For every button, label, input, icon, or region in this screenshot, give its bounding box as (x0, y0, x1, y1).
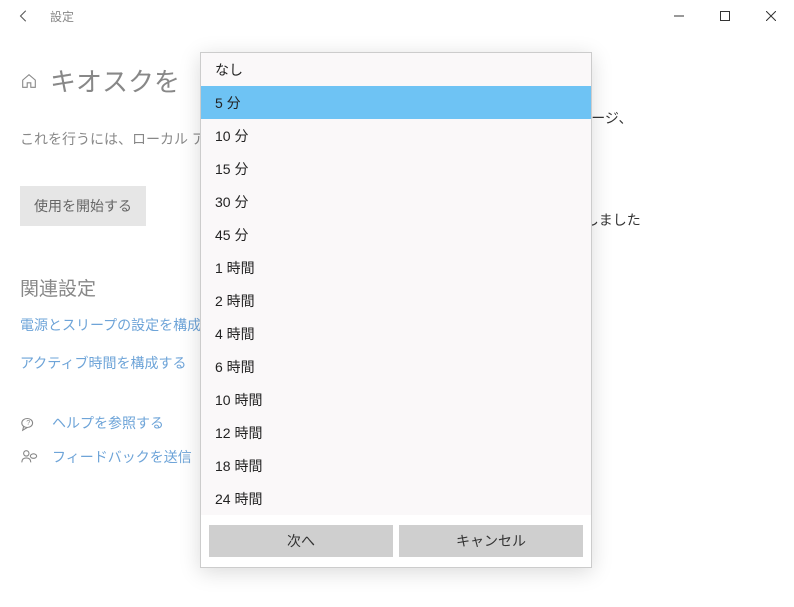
help-icon: ? (20, 414, 38, 432)
time-option[interactable]: 18 時間 (201, 449, 591, 482)
svg-text:?: ? (26, 418, 30, 427)
time-option[interactable]: 2 時間 (201, 284, 591, 317)
back-button[interactable] (8, 0, 40, 32)
time-option[interactable]: 12 時間 (201, 416, 591, 449)
time-option[interactable]: 5 分 (201, 86, 591, 119)
time-option[interactable]: 30 分 (201, 185, 591, 218)
time-option[interactable]: 6 時間 (201, 350, 591, 383)
page-title: キオスクを (50, 62, 180, 99)
time-option[interactable]: なし (201, 53, 591, 86)
time-option[interactable]: 1 時間 (201, 251, 591, 284)
time-option[interactable]: 24 時間 (201, 482, 591, 515)
time-option[interactable]: 4 時間 (201, 317, 591, 350)
cancel-button[interactable]: キャンセル (399, 525, 583, 557)
time-select-dialog: なし5 分10 分15 分30 分45 分1 時間2 時間4 時間6 時間10 … (200, 52, 592, 568)
help-link[interactable]: ヘルプを参照する (52, 413, 164, 433)
time-option[interactable]: 15 分 (201, 152, 591, 185)
time-options-list: なし5 分10 分15 分30 分45 分1 時間2 時間4 時間6 時間10 … (201, 53, 591, 515)
time-option[interactable]: 10 分 (201, 119, 591, 152)
titlebar: 設定 (0, 0, 794, 32)
dialog-footer: 次へ キャンセル (201, 517, 591, 567)
maximize-button[interactable] (702, 0, 748, 32)
start-button[interactable]: 使用を開始する (20, 186, 146, 226)
window-controls (656, 0, 794, 32)
close-button[interactable] (748, 0, 794, 32)
dialog-body: なし5 分10 分15 分30 分45 分1 時間2 時間4 時間6 時間10 … (201, 53, 591, 517)
time-option[interactable]: 10 時間 (201, 383, 591, 416)
window-title: 設定 (50, 8, 74, 25)
time-option[interactable]: 45 分 (201, 218, 591, 251)
minimize-button[interactable] (656, 0, 702, 32)
home-icon (20, 72, 38, 90)
feedback-link[interactable]: フィードバックを送信 (52, 447, 192, 467)
feedback-icon (20, 448, 38, 466)
next-button[interactable]: 次へ (209, 525, 393, 557)
